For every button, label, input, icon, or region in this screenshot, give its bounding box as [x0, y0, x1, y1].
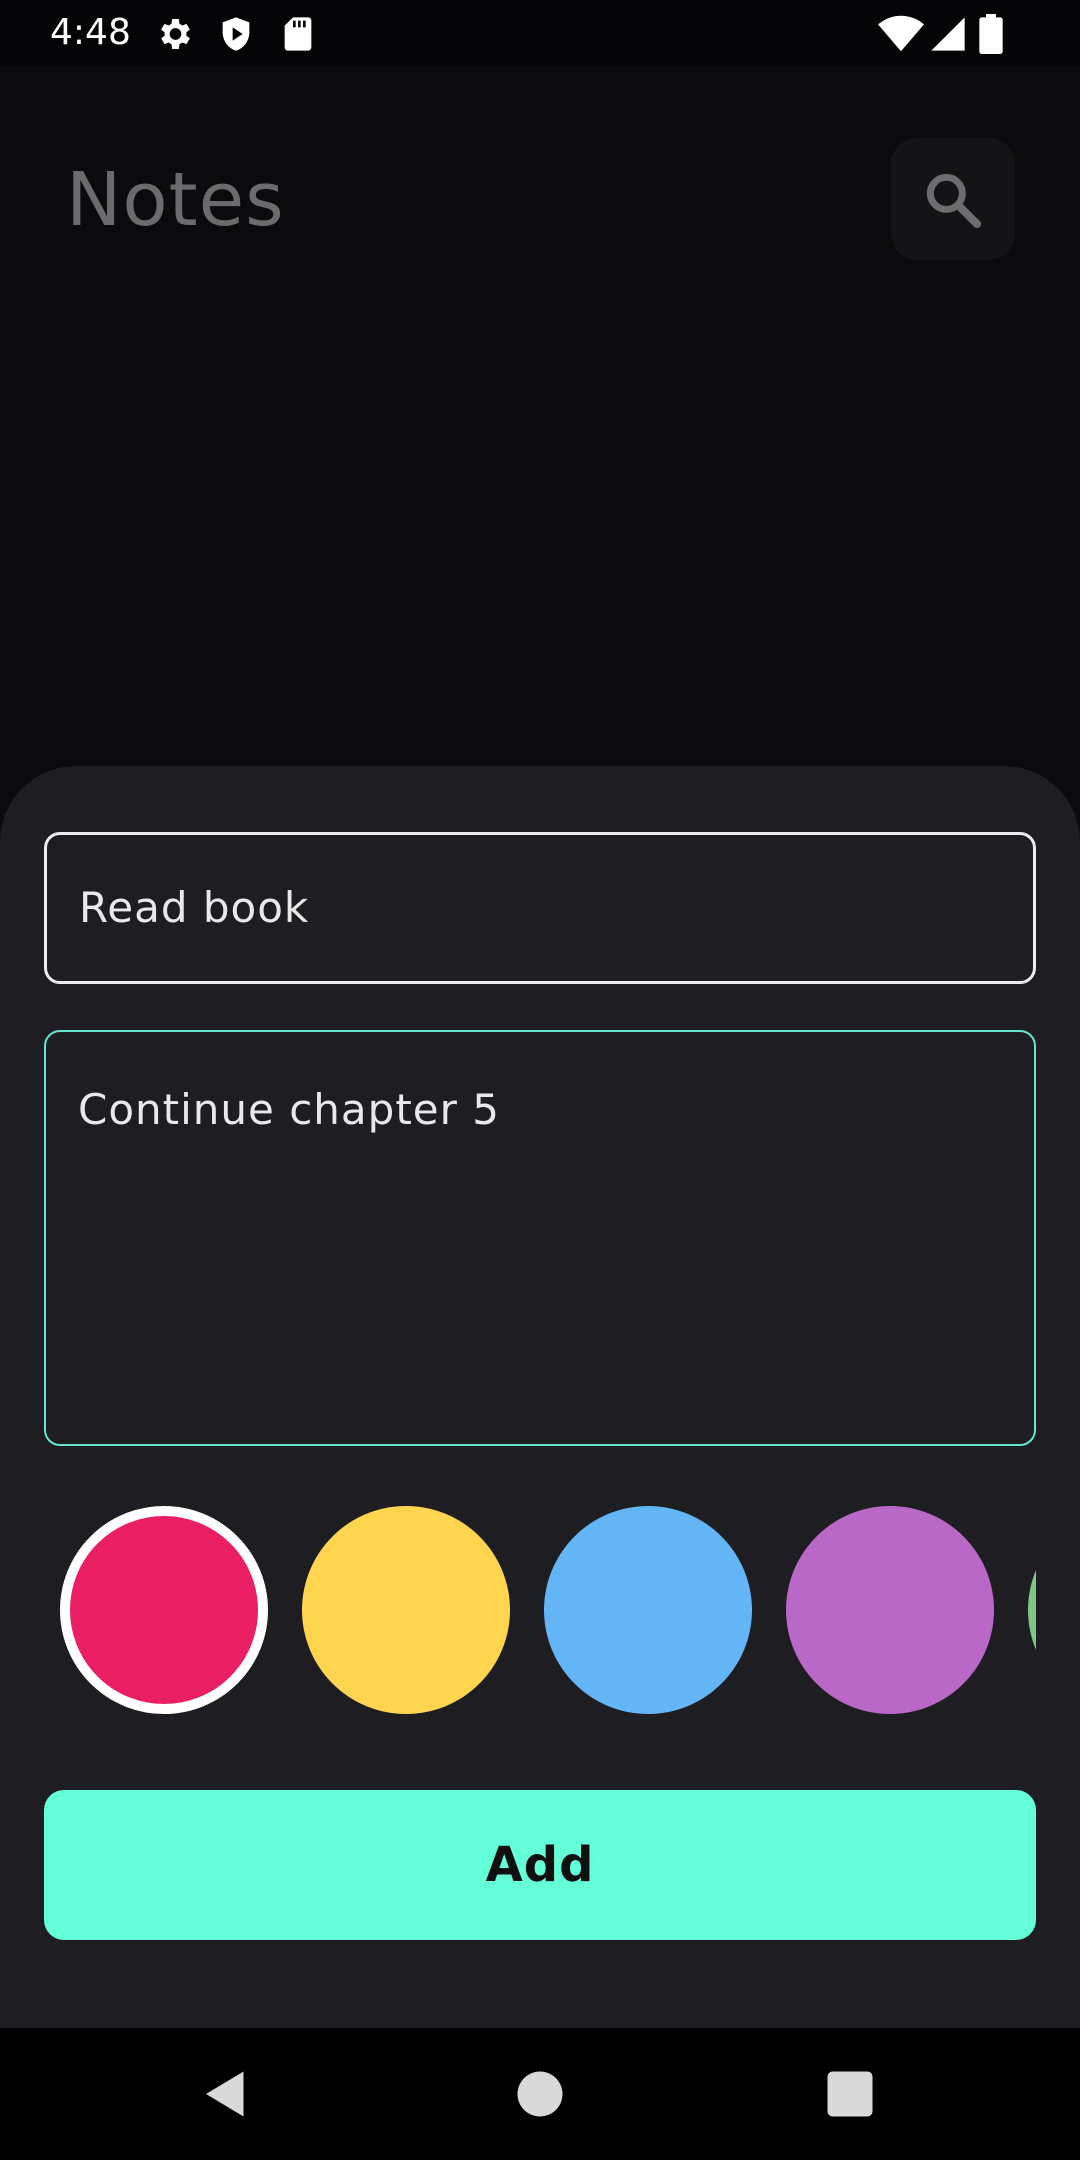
signal-icon: [928, 14, 968, 54]
search-icon: [926, 173, 981, 228]
color-swatch-yellow[interactable]: [302, 1506, 510, 1714]
back-icon[interactable]: [196, 2064, 256, 2124]
content-input[interactable]: Continue chapter 5: [44, 1030, 1036, 1446]
title-input[interactable]: Read book: [44, 832, 1036, 984]
color-swatch-green[interactable]: [1028, 1506, 1036, 1714]
color-picker: [44, 1506, 1036, 1746]
notes-screen: 4:48 Notes Read book Continue chapter 5 …: [0, 0, 1080, 2160]
add-button[interactable]: Add: [44, 1790, 1036, 1940]
sd-card-icon: [278, 14, 318, 54]
color-swatch-purple[interactable]: [786, 1506, 994, 1714]
color-swatch-red[interactable]: [60, 1506, 268, 1714]
battery-icon: [976, 14, 1006, 54]
wifi-icon: [878, 14, 924, 54]
search-button[interactable]: [891, 138, 1015, 260]
play-protect-icon: [216, 14, 256, 54]
status-time: 4:48: [50, 12, 131, 53]
gear-icon: [154, 14, 194, 54]
status-bar: 4:48: [0, 0, 1080, 66]
add-note-sheet: Read book Continue chapter 5 Add: [0, 766, 1080, 2028]
recents-icon[interactable]: [820, 2064, 880, 2124]
color-swatch-blue[interactable]: [544, 1506, 752, 1714]
page-title: Notes: [66, 157, 285, 243]
home-icon[interactable]: [510, 2064, 570, 2124]
navigation-bar: [0, 2028, 1080, 2160]
